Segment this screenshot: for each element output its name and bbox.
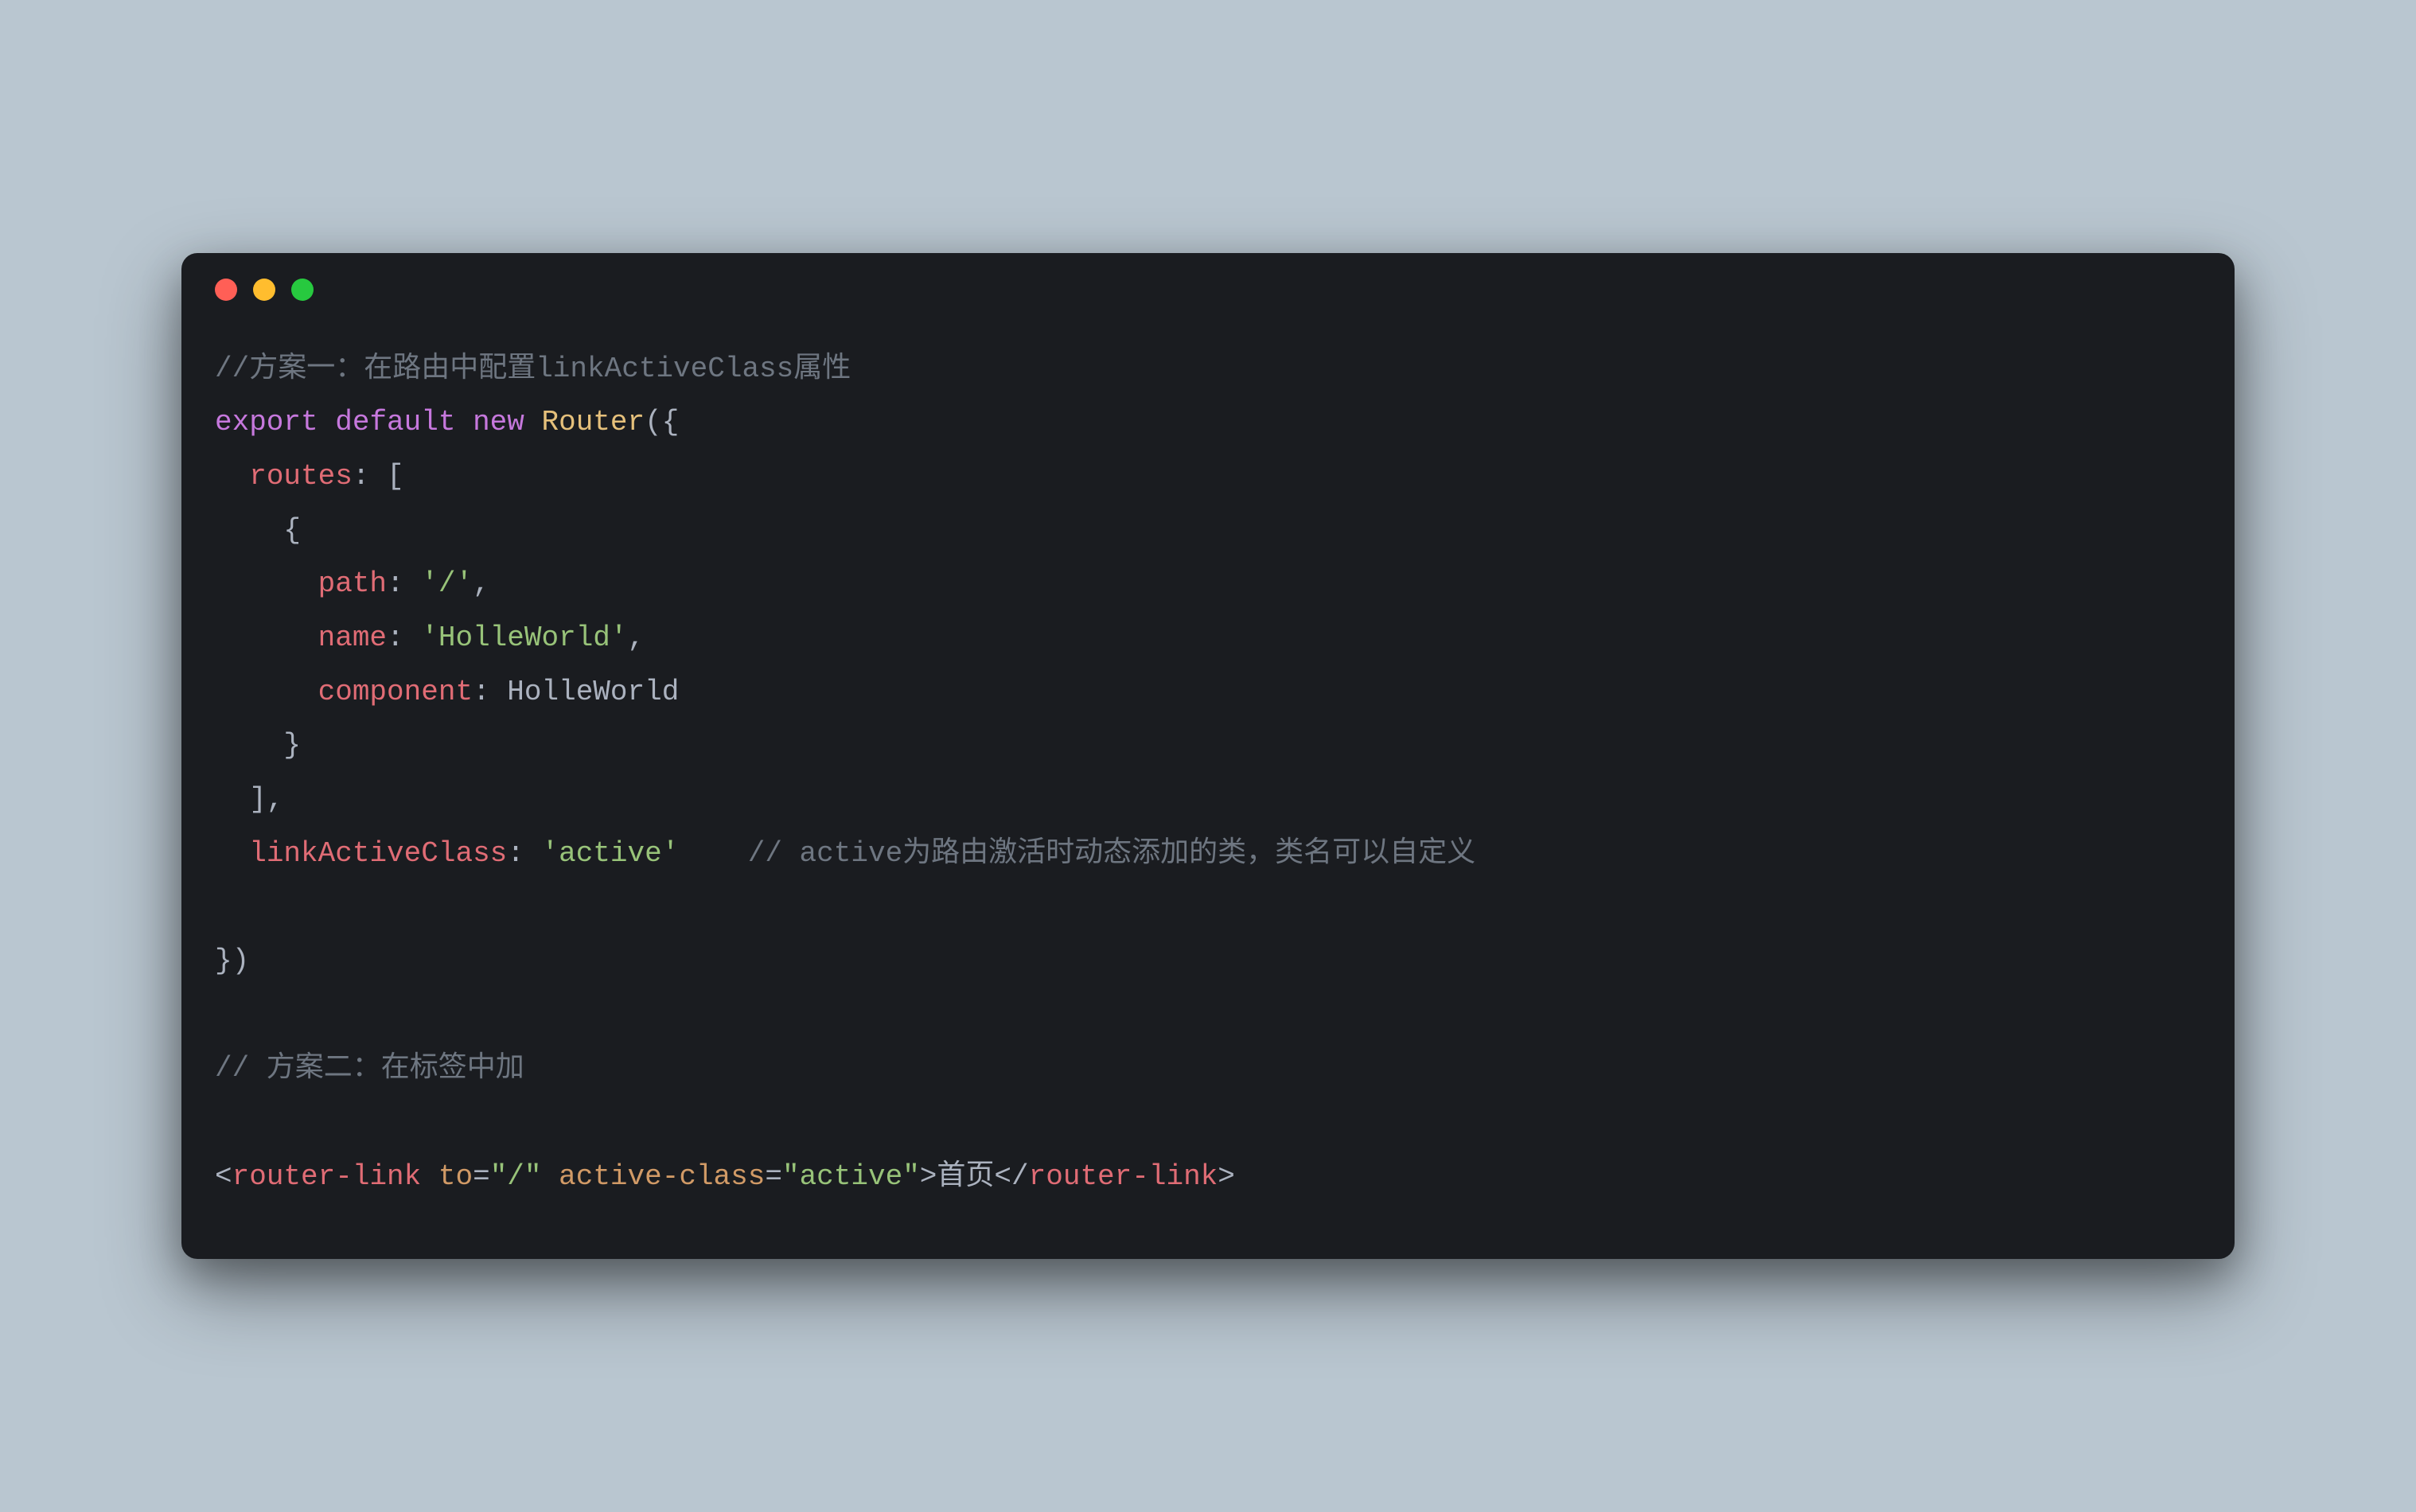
string-active: 'active' bbox=[542, 837, 680, 870]
minimize-icon[interactable] bbox=[253, 279, 275, 301]
prop-routes: routes bbox=[249, 460, 353, 493]
prop-linkactiveclass: linkActiveClass bbox=[249, 837, 507, 870]
keyword-export: export bbox=[215, 406, 318, 438]
string-name: 'HolleWorld' bbox=[421, 622, 627, 654]
comment-inline: // active为路由激活时动态添加的类，类名可以自定义 bbox=[748, 837, 1475, 870]
prop-component: component bbox=[318, 676, 473, 708]
code-content: //方案一：在路由中配置linkActiveClass属性 export def… bbox=[181, 310, 2235, 1260]
attr-active-class-value: "active" bbox=[782, 1160, 920, 1193]
code-window: //方案一：在路由中配置linkActiveClass属性 export def… bbox=[181, 253, 2235, 1260]
class-router: Router bbox=[542, 406, 645, 438]
prop-path: path bbox=[318, 567, 387, 600]
paren: ( bbox=[645, 406, 662, 438]
comment-line2: // 方案二：在标签中加 bbox=[215, 1052, 524, 1085]
maximize-icon[interactable] bbox=[291, 279, 314, 301]
brace: { bbox=[662, 406, 680, 438]
keyword-default: default bbox=[335, 406, 455, 438]
attr-to-value: "/" bbox=[490, 1160, 542, 1193]
comment-line: //方案一：在路由中配置linkActiveClass属性 bbox=[215, 353, 851, 385]
tag-router-link-close: router-link bbox=[1029, 1160, 1218, 1193]
attr-active-class: active-class bbox=[559, 1160, 765, 1193]
component-ref: HolleWorld bbox=[507, 676, 679, 708]
keyword-new: new bbox=[473, 406, 524, 438]
tag-open: < bbox=[215, 1160, 232, 1193]
tag-router-link: router-link bbox=[232, 1160, 422, 1193]
bracket: [ bbox=[387, 460, 404, 493]
close-icon[interactable] bbox=[215, 279, 237, 301]
attr-to: to bbox=[438, 1160, 473, 1193]
prop-name: name bbox=[318, 622, 387, 654]
window-titlebar bbox=[181, 253, 2235, 310]
string-path: '/' bbox=[421, 567, 473, 600]
link-text: 首页 bbox=[937, 1160, 994, 1193]
